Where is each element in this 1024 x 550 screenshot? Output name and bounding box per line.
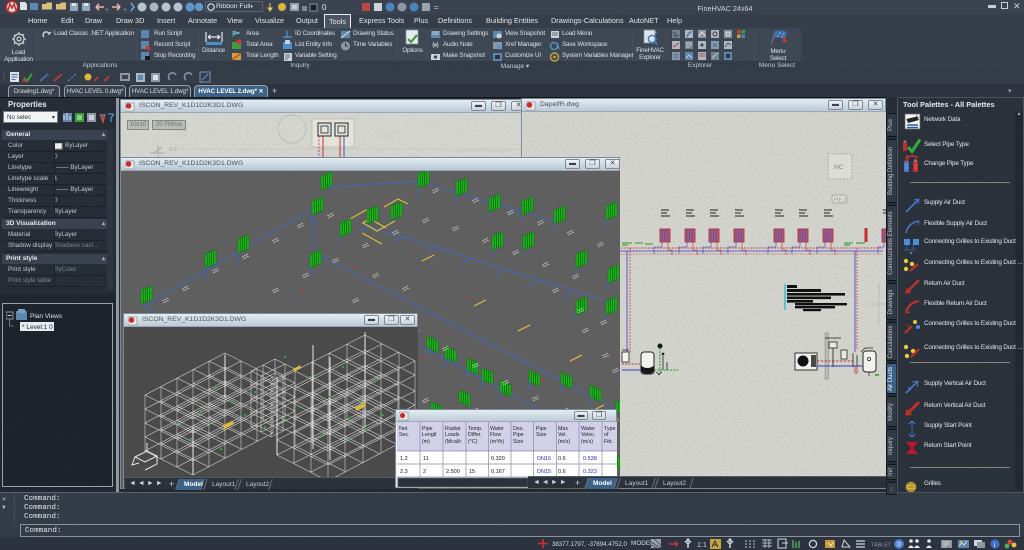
svg-text:MC: MC xyxy=(834,165,844,171)
svg-text:DN15: DN15 xyxy=(537,469,551,475)
svg-text:Pipe: Pipe xyxy=(513,432,524,438)
svg-text:i: i xyxy=(994,541,996,549)
svg-text:0.323: 0.323 xyxy=(583,469,597,475)
svg-text:0.6: 0.6 xyxy=(558,469,566,475)
svg-text:0.320: 0.320 xyxy=(491,456,505,462)
svg-text:0.538: 0.538 xyxy=(583,456,597,462)
svg-text:(m/s): (m/s) xyxy=(581,439,593,445)
svg-text:2.3: 2.3 xyxy=(400,469,408,475)
svg-text:2: 2 xyxy=(423,469,426,475)
svg-text:Size: Size xyxy=(536,432,546,438)
svg-text:* Level:1 0: * Level:1 0 xyxy=(22,324,53,331)
svg-text:0.167: 0.167 xyxy=(491,469,505,475)
svg-text:TABLET: TABLET xyxy=(871,543,892,549)
svg-text:Plan Views: Plan Views xyxy=(30,313,63,320)
svg-text:2.500: 2.500 xyxy=(446,469,460,475)
svg-text:(m): (m) xyxy=(422,439,430,445)
svg-text:1.2: 1.2 xyxy=(400,456,408,462)
svg-text:(m³/h): (m³/h) xyxy=(490,439,504,445)
svg-text:Lengtl: Lengtl xyxy=(422,432,436,438)
svg-text:FIE.3: FIE.3 xyxy=(834,198,846,204)
svg-text:Differ.: Differ. xyxy=(468,432,482,438)
svg-text:Flow: Flow xyxy=(490,432,501,438)
svg-text:0.6: 0.6 xyxy=(558,456,566,462)
svg-text:1:1: 1:1 xyxy=(697,542,707,549)
svg-text:Loads: Loads xyxy=(445,432,460,438)
svg-text:Sec.: Sec. xyxy=(399,432,410,438)
svg-text:15: 15 xyxy=(469,469,475,475)
svg-text:DN16: DN16 xyxy=(537,456,551,462)
svg-text:-0.9: -0.9 xyxy=(168,147,177,153)
svg-text:Size: Size xyxy=(513,439,523,445)
svg-text:(Mcal/r: (Mcal/r xyxy=(445,439,461,445)
svg-text:11: 11 xyxy=(423,456,429,462)
svg-text:of: of xyxy=(604,432,609,438)
svg-text:Fitt.: Fitt. xyxy=(604,439,613,445)
svg-text:Vel.: Vel. xyxy=(558,432,567,438)
svg-text:=: = xyxy=(434,3,439,12)
svg-text:(°C): (°C) xyxy=(468,439,478,445)
svg-text:(m/s): (m/s) xyxy=(558,439,570,445)
svg-text:0: 0 xyxy=(322,3,327,12)
svg-text:Veloc.: Veloc. xyxy=(581,432,595,438)
